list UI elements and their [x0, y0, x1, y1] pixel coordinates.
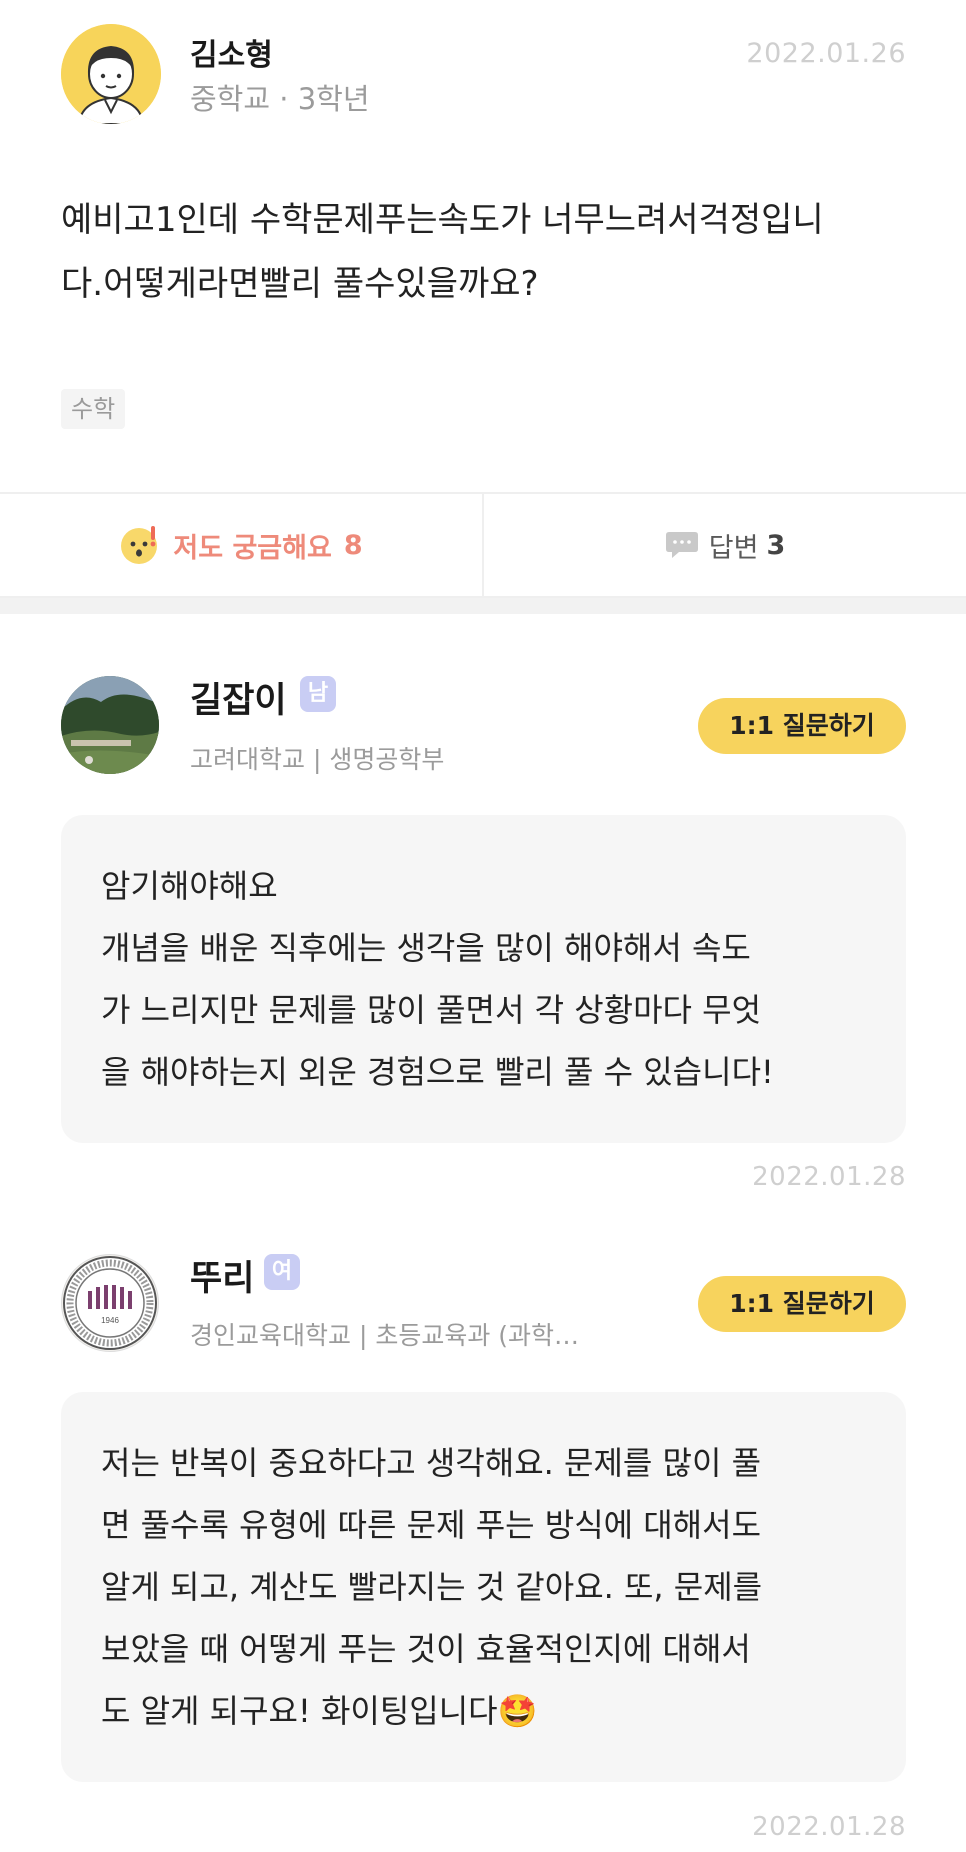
curious-label: 저도 궁금해요 — [173, 532, 332, 564]
section-divider — [0, 598, 966, 614]
seal-year: 1946 — [101, 1316, 119, 1325]
answer-date: 2022.01.28 — [752, 1162, 906, 1192]
answer-date: 2022.01.28 — [752, 1812, 906, 1842]
answerer-school: 고려대학교 | 생명공학부 — [190, 745, 445, 774]
answer-body: 저는 반복이 중요하다고 생각해요. 문제를 많이 풀 면 풀수록 유형에 따른… — [61, 1392, 906, 1782]
gender-badge: 남 — [300, 676, 336, 712]
answerer-name: 뚜리 — [190, 1259, 255, 1299]
answers-count: 3 — [766, 529, 786, 561]
answers-label: 답변 — [708, 532, 759, 564]
answerer-avatar[interactable]: 1946 — [61, 1254, 159, 1352]
answerer-avatar[interactable] — [61, 676, 159, 774]
ask-one-on-one-button[interactable]: 1:1 질문하기 — [698, 1276, 906, 1332]
question-action-bar: 저도 궁금해요 8 답변 3 — [0, 492, 966, 598]
question-author-name: 김소형 — [190, 38, 273, 73]
answer-text: 저는 반복이 중요하다고 생각해요. 문제를 많이 풀 면 풀수록 유형에 따른… — [101, 1444, 763, 1730]
answers-button[interactable]: 답변 3 — [482, 494, 966, 596]
curious-button[interactable]: 저도 궁금해요 8 — [0, 494, 482, 596]
question-author-school: 중학교 · 3학년 — [190, 82, 370, 116]
gender-badge: 여 — [264, 1254, 300, 1290]
student-avatar[interactable] — [61, 24, 161, 124]
ask-one-on-one-button[interactable]: 1:1 질문하기 — [698, 698, 906, 754]
student-avatar-icon — [61, 24, 161, 124]
question-date: 2022.01.26 — [746, 38, 906, 69]
question-body: 예비고1인데 수학문제푸는속도가 너무느려서걱정입니 다.어떻게라면빨리 풀수있… — [61, 200, 824, 304]
answerer-school: 경인교육대학교 | 초등교육과 (과학… — [190, 1321, 580, 1350]
star-struck-emoji-icon: 🤩 — [497, 1692, 538, 1730]
curious-face-icon — [121, 526, 158, 564]
question-header: 김소형 중학교 · 3학년 2022.01.26 — [0, 0, 966, 150]
speech-bubble-icon — [665, 532, 698, 558]
landscape-photo-icon — [61, 676, 159, 774]
curious-count: 8 — [343, 529, 363, 561]
subject-tag[interactable]: 수학 — [61, 389, 126, 429]
answer-body: 암기해야해요 개념을 배운 직후에는 생각을 많이 해야해서 속도 가 느리지만… — [61, 815, 906, 1143]
university-seal-icon: 1946 — [63, 1256, 157, 1350]
qa-page: 김소형 중학교 · 3학년 2022.01.26 예비고1인데 수학문제푸는속도… — [0, 0, 966, 1852]
answerer-name: 길잡이 — [190, 681, 287, 721]
